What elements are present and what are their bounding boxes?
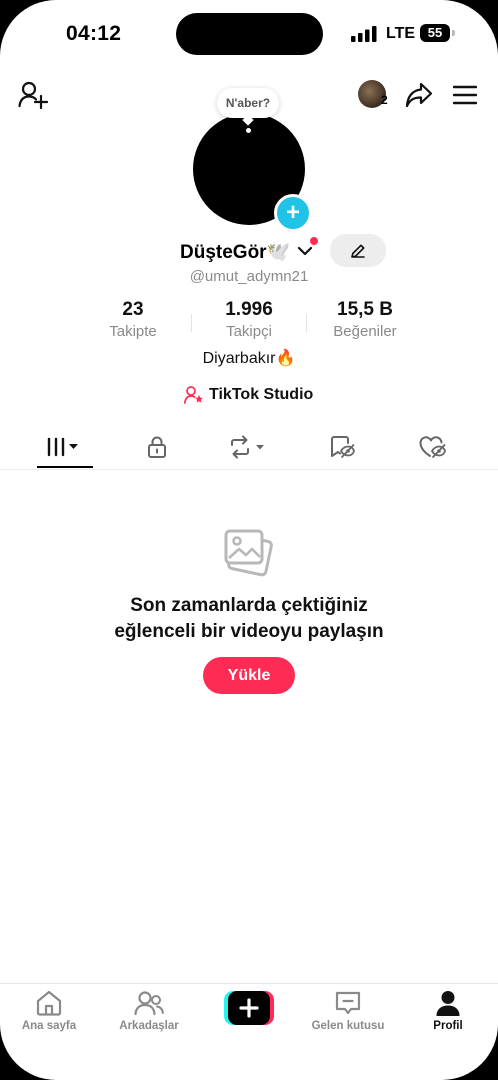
menu-button[interactable]	[452, 82, 478, 108]
nav-friends-label: Arkadaşlar	[119, 1020, 179, 1032]
stat-label: Beğeniler	[333, 323, 397, 340]
nav-profile[interactable]: Profil	[403, 990, 493, 1032]
status-time: 04:12	[66, 22, 122, 45]
home-icon	[36, 990, 62, 1016]
username: @umut_adymn21	[189, 268, 309, 285]
nav-inbox[interactable]: Gelen kutusu	[303, 990, 393, 1032]
videos-grid-icon	[47, 437, 78, 457]
share-profile-button[interactable]	[404, 80, 434, 110]
repost-icon	[231, 435, 264, 459]
notification-dot	[310, 237, 318, 245]
dynamic-island	[176, 13, 323, 55]
tab-videos[interactable]	[35, 430, 95, 464]
avatar-highlight	[246, 128, 251, 133]
nav-profile-label: Profil	[433, 1020, 463, 1032]
stat-value: 15,5 B	[337, 299, 393, 320]
tab-liked[interactable]	[403, 430, 463, 464]
empty-state-message: Son zamanlarda çektiğiniz eğlenceli bir …	[0, 593, 498, 645]
stat-label: Takipçi	[226, 323, 272, 340]
active-tab-indicator	[37, 466, 93, 468]
display-name[interactable]: DüşteGör🕊️	[180, 240, 290, 264]
nav-home[interactable]: Ana sayfa	[4, 990, 94, 1032]
stat-followers[interactable]: 1.996 Takipçi	[194, 299, 304, 340]
battery-indicator: 55	[420, 24, 450, 42]
stat-value: 1.996	[225, 299, 273, 320]
upload-button[interactable]: Yükle	[203, 657, 295, 694]
create-icon[interactable]	[224, 991, 274, 1025]
stat-divider	[191, 314, 192, 332]
nav-inbox-label: Gelen kutusu	[311, 1020, 385, 1032]
share-icon	[405, 82, 433, 108]
menu-icon	[453, 85, 477, 105]
nav-home-label: Ana sayfa	[21, 1020, 77, 1032]
signal-icon	[351, 26, 377, 42]
empty-line-2: eğlenceli bir videoyu paylaşın	[114, 621, 384, 642]
add-friend-icon	[18, 81, 48, 109]
account-notification-count: 2	[381, 93, 388, 107]
friends-icon	[134, 991, 164, 1016]
lock-icon	[148, 436, 166, 458]
profile-bio: Diyarbakır🔥	[202, 350, 296, 367]
network-type: LTE	[386, 25, 416, 42]
tabs-divider	[0, 469, 498, 470]
studio-label: TikTok Studio	[209, 386, 314, 403]
tiktok-studio-link[interactable]: TikTok Studio	[184, 386, 313, 404]
nav-friends[interactable]: Arkadaşlar	[104, 990, 194, 1032]
favorites-icon	[331, 436, 355, 458]
tab-private[interactable]	[127, 430, 187, 464]
stat-value: 23	[122, 299, 144, 320]
add-story-button[interactable]: +	[274, 194, 312, 232]
stat-divider	[306, 314, 307, 332]
bottom-nav-divider	[0, 983, 498, 984]
add-friend-button[interactable]	[16, 80, 50, 110]
pencil-icon	[351, 244, 365, 258]
stat-following[interactable]: 23 Takipte	[78, 299, 188, 340]
battery-cap	[452, 30, 455, 36]
chevron-down-icon[interactable]	[297, 244, 313, 258]
edit-profile-button[interactable]	[330, 234, 386, 267]
studio-icon	[184, 386, 203, 404]
photos-icon	[224, 529, 273, 577]
empty-line-1: Son zamanlarda çektiğiniz	[130, 595, 368, 616]
tab-favorites[interactable]	[312, 430, 372, 464]
tab-reposts[interactable]	[218, 430, 278, 464]
stat-label: Takipte	[109, 323, 157, 340]
stat-likes[interactable]: 15,5 B Beğeniler	[310, 299, 420, 340]
profile-screen: 04:12 LTE 55 2 N'aber? + DüşteGör🕊️ @umu…	[0, 0, 498, 1080]
inbox-icon	[335, 991, 361, 1015]
liked-icon	[419, 436, 446, 458]
profile-icon	[436, 991, 460, 1016]
